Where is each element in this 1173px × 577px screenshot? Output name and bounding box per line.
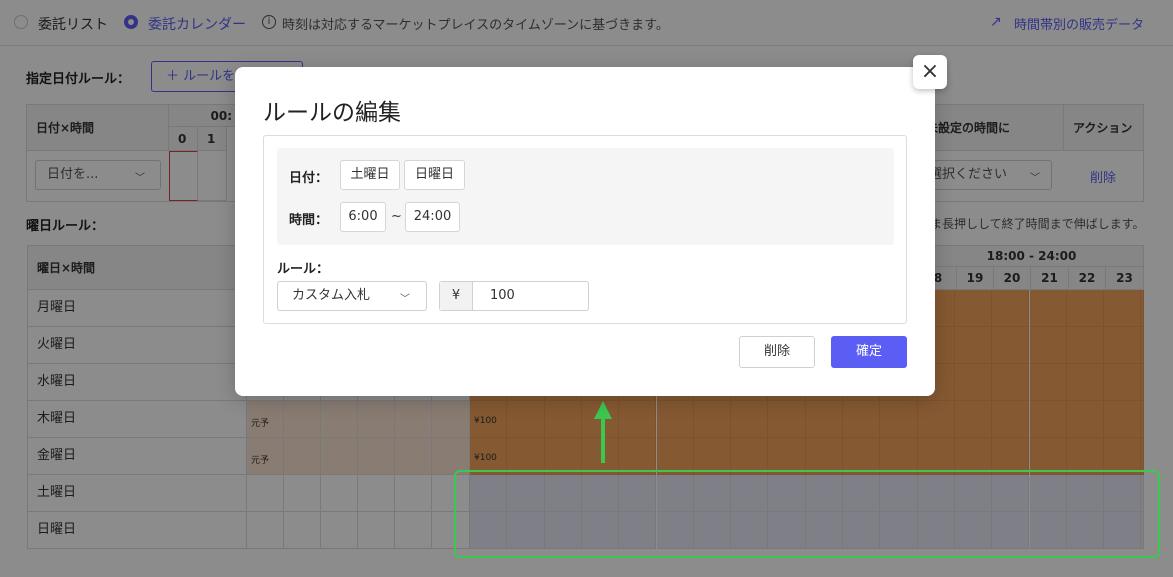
rule-select-value: カスタム入札 bbox=[292, 288, 371, 303]
time-start: 6:00 bbox=[340, 202, 386, 232]
bid-price-input[interactable]: ¥ 100 bbox=[439, 281, 589, 311]
modal-body: 日付： 土曜日 日曜日 時間： 6:00 ~ 24:00 ルール： カスタム入札… bbox=[263, 135, 907, 324]
date-tag: 日曜日 bbox=[404, 160, 465, 190]
date-tag: 土曜日 bbox=[340, 160, 400, 190]
time-label: 時間： bbox=[289, 213, 329, 228]
highlight-box bbox=[454, 470, 1160, 558]
delete-button[interactable]: 削除 bbox=[739, 336, 815, 368]
time-separator: ~ bbox=[391, 209, 402, 224]
rule-label: ルール： bbox=[277, 262, 330, 277]
price-value: 100 bbox=[490, 288, 515, 303]
currency-prefix: ¥ bbox=[440, 282, 473, 310]
modal-title: ルールの編集 bbox=[263, 100, 401, 126]
close-icon[interactable]: × bbox=[913, 55, 947, 89]
time-end: 24:00 bbox=[405, 202, 460, 232]
chevron-down-icon: ﹀ bbox=[400, 294, 410, 305]
arrow-shaft bbox=[601, 415, 605, 463]
date-label: 日付： bbox=[289, 171, 329, 186]
edit-rule-modal: ルールの編集 × 日付： 土曜日 日曜日 時間： 6:00 ~ 24:00 ルー… bbox=[235, 55, 947, 396]
rule-summary: 日付： 土曜日 日曜日 時間： 6:00 ~ 24:00 bbox=[277, 148, 894, 245]
confirm-button[interactable]: 確定 bbox=[831, 336, 907, 368]
